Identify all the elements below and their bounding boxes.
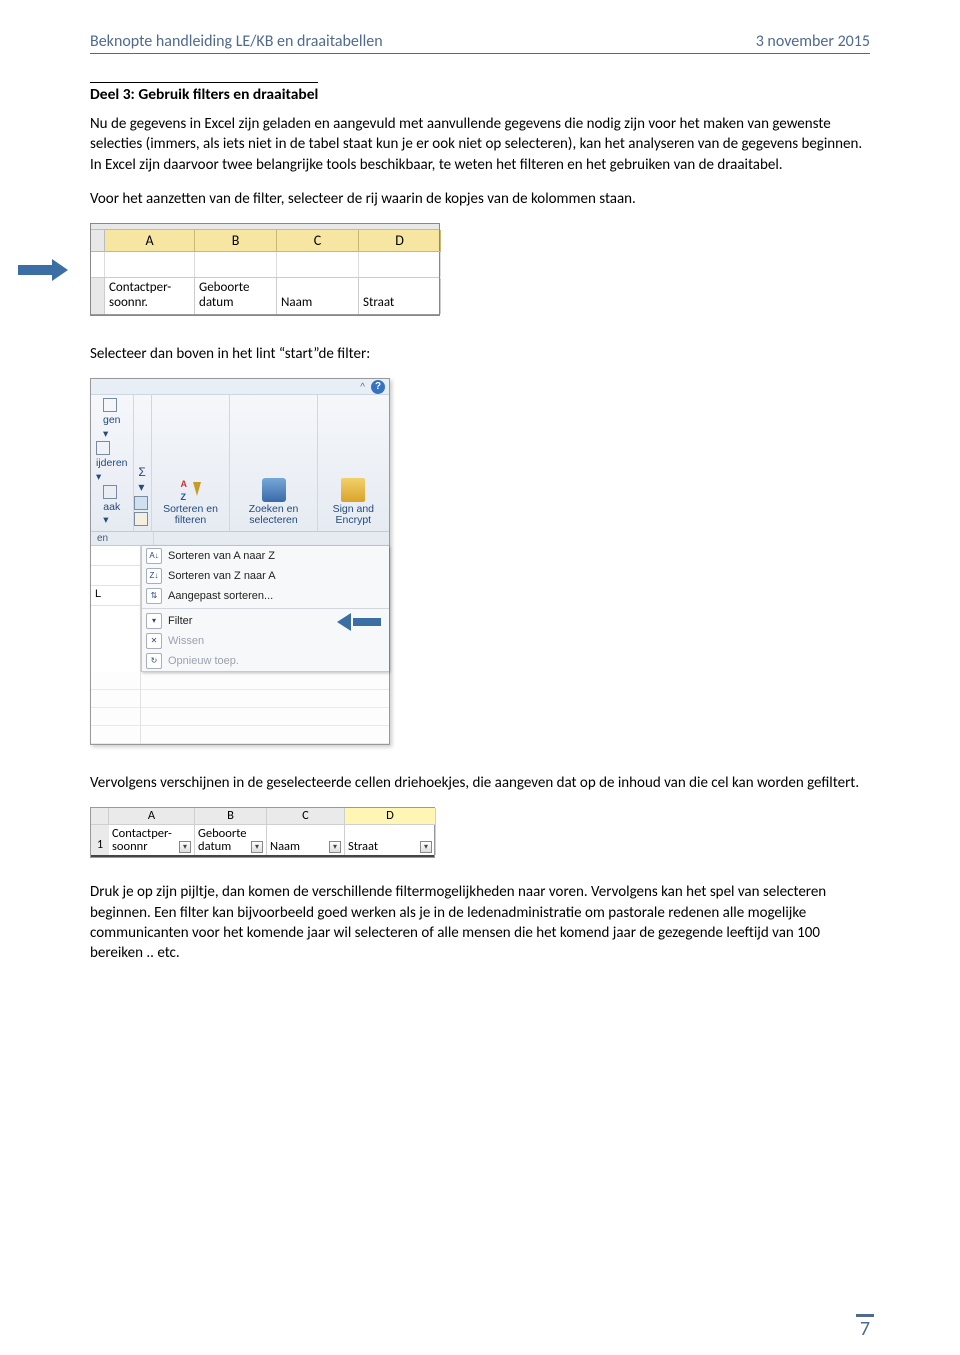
fig3-header-geboortedatum[interactable]: Geboorte datum ▾ [195,825,267,855]
paragraph-select-row: Voor het aanzetten van de filter, select… [90,189,870,209]
fig3-header-straat[interactable]: Straat ▾ [345,825,436,855]
sheet-cell-L[interactable]: L [91,586,140,606]
figure-ribbon-filter-menu: ^ ? gen ▾ ijderen ▾ aak ▾ Σ ▾ AZ Sortere… [90,378,390,745]
sheet-cell-below-b1[interactable] [141,672,389,690]
filter-dropdown-icon[interactable]: ▾ [420,841,432,853]
header-naam[interactable]: Naam [277,278,359,314]
arrow-right-icon [18,259,70,281]
figure-column-headers: A B C D Contactper- soonnr. Geboorte dat… [90,223,870,316]
fig3-b-line2: datum [198,840,247,853]
filter-dropdown-icon[interactable]: ▾ [251,841,263,853]
header-b-line2: datum [199,295,234,310]
binoculars-icon [262,478,286,502]
menu-filter[interactable]: ▾ Filter [142,611,389,631]
sheet-cell-below-b3[interactable] [141,708,389,726]
menu-sort-za[interactable]: Z↓ Sorteren van Z naar A [142,566,389,586]
ribbon-fragment-2: ijderen [96,457,128,471]
menu-reapply: ↻ Opnieuw toep. [142,651,389,671]
paragraph-triangles: Vervolgens verschijnen in de geselecteer… [90,773,870,793]
paragraph-filter-usage: Druk je op zijn pijltje, dan komen de ve… [90,882,870,963]
sort-za-small-icon: Z↓ [146,568,162,584]
filter-dropdown-icon[interactable]: ▾ [179,841,191,853]
sheet-cell-below-b2[interactable] [141,690,389,708]
menu-custom-sort[interactable]: ⇅ Aangepast sorteren... [142,586,389,606]
ribbon-minimize-icon[interactable]: ^ [360,382,365,393]
row-header-corner[interactable] [91,230,105,252]
sort-az-icon: AZ [179,478,203,502]
page-header: Beknopte handleiding LE/KB en draaitabel… [90,32,870,54]
header-title-left: Beknopte handleiding LE/KB en draaitabel… [90,32,383,51]
ribbon-fragment-1: gen [103,414,121,428]
sort-az-small-icon: A↓ [146,548,162,564]
sort-filter-dropdown: A↓ Sorteren van A naar Z Z↓ Sorteren van… [141,546,389,672]
sort-filter-button[interactable]: AZ Sorteren en filteren [152,395,231,531]
fig3-header-contactpersoonnr[interactable]: Contactper- soonnr ▾ [109,825,195,855]
row-number-header[interactable] [91,278,105,314]
find-select-label: Zoeken en selecteren [239,504,307,527]
arrow-left-icon [335,613,381,631]
header-geboortedatum[interactable]: Geboorte datum [195,278,277,314]
fig3-a-line2: soonnr [112,840,172,853]
filter-dropdown-icon[interactable]: ▾ [329,841,341,853]
sheet-cell-below-a3[interactable] [91,708,141,726]
section-heading: Deel 3: Gebruik filters en draaitabel [90,82,318,104]
header-contactpersoonnr[interactable]: Contactper- soonnr. [105,278,195,314]
menu-sort-az[interactable]: A↓ Sorteren van A naar Z [142,546,389,566]
reapply-icon: ↻ [146,653,162,669]
menu-clear: ✕ Wissen [142,631,389,651]
fig3-col-B[interactable]: B [195,808,267,825]
sheet-cell-below-b4[interactable] [141,726,389,744]
ribbon-autosum-group: Σ ▾ [134,395,152,531]
page-number: 7 [856,1314,874,1341]
sheet-cell-below-a1[interactable] [91,672,141,690]
custom-sort-icon: ⇅ [146,588,162,604]
fig3-col-D[interactable]: D [345,808,436,825]
header-title-right: 3 november 2015 [756,32,870,51]
ribbon-editing-snippet: gen ▾ ijderen ▾ aak ▾ [91,395,134,531]
sign-encrypt-label: Sign and Encrypt [327,504,380,527]
ribbon-fragment-3: aak [103,501,120,515]
fig3-row-number[interactable]: 1 [91,825,109,855]
header-straat[interactable]: Straat [359,278,441,314]
column-letter-C[interactable]: C [277,230,359,252]
sheet-cell-blank2[interactable] [91,566,140,586]
fig3-header-naam[interactable]: Naam ▾ [267,825,345,855]
funnel-icon: ▾ [146,613,162,629]
figure-filters-applied: A B C D 1 Contactper- soonnr ▾ Geboorte … [90,807,435,858]
fig3-corner[interactable] [91,808,109,825]
sheet-cell-blank1[interactable] [91,546,140,566]
paragraph-intro: Nu de gegevens in Excel zijn geladen en … [90,114,870,175]
folder-icon [341,478,365,502]
column-letter-B[interactable]: B [195,230,277,252]
sign-encrypt-button[interactable]: Sign and Encrypt [318,395,389,531]
sheet-cell-below-a2[interactable] [91,690,141,708]
sort-filter-label: Sorteren en filteren [161,504,221,527]
header-a-line1: Contactper- [109,280,171,295]
help-icon[interactable]: ? [371,380,385,394]
column-letter-A[interactable]: A [105,230,195,252]
paragraph-select-filter: Selecteer dan boven in het lint “start”d… [90,344,870,364]
sheet-cell-below-a4[interactable] [91,726,141,744]
header-b-line1: Geboorte [199,280,249,295]
find-select-button[interactable]: Zoeken en selecteren [230,395,317,531]
fig3-col-A[interactable]: A [109,808,195,825]
header-a-line2: soonnr. [109,295,148,310]
column-letter-D[interactable]: D [359,230,441,252]
fig3-col-C[interactable]: C [267,808,345,825]
clear-filter-icon: ✕ [146,633,162,649]
ribbon-group-label: en [91,532,154,545]
